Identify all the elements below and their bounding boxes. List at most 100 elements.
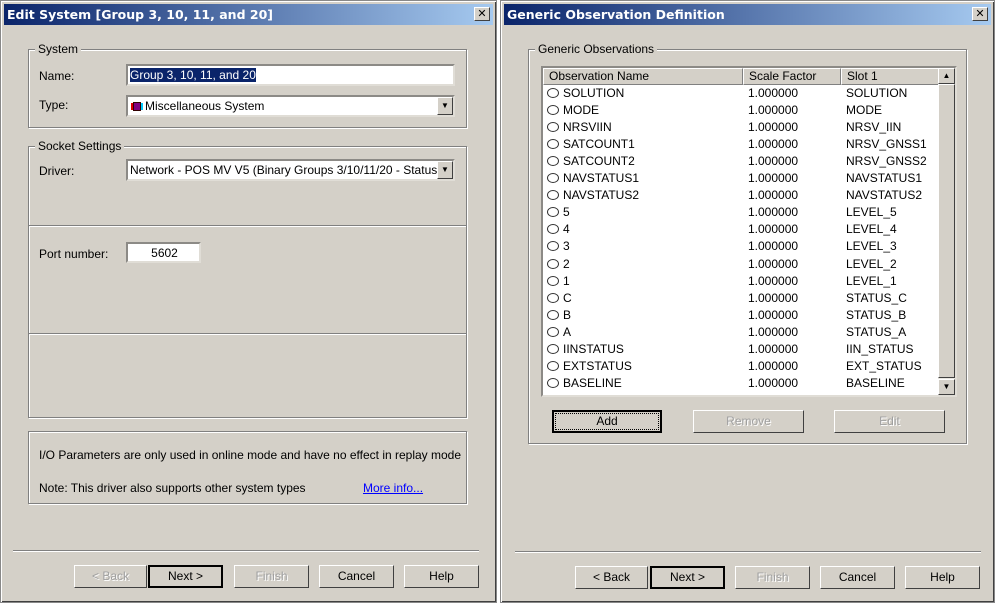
observation-name: SATCOUNT2 bbox=[563, 154, 635, 169]
back-button[interactable]: < Back bbox=[575, 566, 648, 589]
chevron-down-icon[interactable]: ▼ bbox=[437, 97, 453, 115]
slot-value: NRSV_GNSS2 bbox=[846, 154, 927, 169]
table-row[interactable]: NRSVIIN 1.000000 NRSV_IIN bbox=[543, 119, 943, 136]
table-row[interactable]: A 1.000000 STATUS_A bbox=[543, 324, 943, 341]
slot-value: LEVEL_2 bbox=[846, 256, 897, 271]
slot-value: NRSV_IIN bbox=[846, 120, 902, 135]
scale-factor: 1.000000 bbox=[748, 103, 799, 118]
scale-factor: 1.000000 bbox=[748, 273, 799, 288]
observation-icon bbox=[547, 139, 559, 150]
cancel-button[interactable]: Cancel bbox=[820, 566, 895, 589]
name-value: Group 3, 10, 11, and 20 bbox=[130, 68, 256, 82]
help-button[interactable]: Help bbox=[404, 565, 479, 588]
table-row[interactable]: 4 1.000000 LEVEL_4 bbox=[543, 221, 943, 238]
observation-icon bbox=[547, 105, 559, 116]
table-row[interactable]: B 1.000000 STATUS_B bbox=[543, 307, 943, 324]
slot-value: STATUS_C bbox=[846, 290, 907, 305]
observation-icon bbox=[547, 173, 559, 184]
scale-factor: 1.000000 bbox=[748, 86, 799, 100]
observation-name: 2 bbox=[563, 256, 570, 271]
type-dropdown[interactable]: Miscellaneous System ▼ bbox=[126, 95, 455, 117]
observation-name: MODE bbox=[563, 103, 599, 118]
edit-button[interactable]: Edit bbox=[834, 410, 945, 433]
group-label: Socket Settings bbox=[35, 139, 125, 153]
slot-value: LEVEL_5 bbox=[846, 205, 897, 220]
cancel-button[interactable]: Cancel bbox=[319, 565, 394, 588]
note-text: Note: This driver also supports other sy… bbox=[39, 481, 306, 495]
name-input[interactable]: Group 3, 10, 11, and 20 bbox=[126, 64, 455, 86]
edit-system-dialog: Edit System [Group 3, 10, 11, and 20] ✕ … bbox=[0, 0, 497, 603]
slot-value: LEVEL_1 bbox=[846, 273, 897, 288]
observation-icon bbox=[547, 343, 559, 354]
scale-factor: 1.000000 bbox=[748, 324, 799, 339]
scale-factor: 1.000000 bbox=[748, 239, 799, 254]
close-button[interactable]: ✕ bbox=[972, 7, 988, 21]
table-row[interactable]: MODE 1.000000 MODE bbox=[543, 102, 943, 119]
column-header-slot[interactable]: Slot 1 bbox=[841, 68, 940, 85]
scrollbar[interactable]: ▲ ▼ bbox=[938, 68, 955, 395]
more-info-link[interactable]: More info... bbox=[363, 481, 423, 495]
table-row[interactable]: SATCOUNT2 1.000000 NRSV_GNSS2 bbox=[543, 153, 943, 170]
table-row[interactable]: SATCOUNT1 1.000000 NRSV_GNSS1 bbox=[543, 136, 943, 153]
add-button[interactable]: Add bbox=[552, 410, 662, 433]
table-row[interactable]: 3 1.000000 LEVEL_3 bbox=[543, 238, 943, 255]
observation-icon bbox=[547, 224, 559, 235]
port-value: 5602 bbox=[151, 246, 178, 260]
table-row[interactable]: NAVSTATUS2 1.000000 NAVSTATUS2 bbox=[543, 187, 943, 204]
scroll-down-arrow-icon[interactable]: ▼ bbox=[938, 379, 955, 395]
driver-dropdown[interactable]: Network - POS MV V5 (Binary Groups 3/10/… bbox=[126, 159, 455, 181]
observation-icon bbox=[547, 88, 559, 98]
system-type-icon bbox=[133, 102, 141, 111]
observation-name: NRSVIIN bbox=[563, 120, 612, 135]
observation-icon bbox=[547, 122, 559, 133]
add-label: Add bbox=[555, 413, 659, 430]
observation-name: SATCOUNT1 bbox=[563, 137, 635, 152]
observation-icon bbox=[547, 156, 559, 167]
generic-observation-dialog: Generic Observation Definition ✕ Generic… bbox=[500, 0, 995, 603]
scale-factor: 1.000000 bbox=[748, 171, 799, 186]
type-label: Type: bbox=[39, 98, 69, 112]
table-row[interactable]: EXTSTATUS 1.000000 EXT_STATUS bbox=[543, 358, 943, 375]
scale-factor: 1.000000 bbox=[748, 375, 799, 390]
socket-settings-group: Socket Settings bbox=[28, 139, 467, 418]
table-row[interactable]: IINSTATUS 1.000000 IIN_STATUS bbox=[543, 341, 943, 358]
observation-name: NAVSTATUS2 bbox=[563, 188, 640, 203]
scale-factor: 1.000000 bbox=[748, 205, 799, 220]
observation-name: EXTSTATUS bbox=[563, 358, 632, 373]
observation-name: 1 bbox=[563, 273, 570, 288]
port-input[interactable]: 5602 bbox=[126, 242, 201, 263]
scroll-up-arrow-icon[interactable]: ▲ bbox=[938, 68, 955, 84]
column-header-scale[interactable]: Scale Factor bbox=[743, 68, 841, 85]
observation-icon bbox=[547, 275, 559, 286]
finish-button[interactable]: Finish bbox=[735, 566, 810, 589]
back-button[interactable]: < Back bbox=[74, 565, 147, 588]
scale-factor: 1.000000 bbox=[748, 137, 799, 152]
observation-name: BASELINE bbox=[563, 375, 622, 390]
observation-icon bbox=[547, 377, 559, 388]
remove-button[interactable]: Remove bbox=[693, 410, 804, 433]
title-bar: Edit System [Group 3, 10, 11, and 20] ✕ bbox=[4, 4, 493, 25]
table-row[interactable]: 5 1.000000 LEVEL_5 bbox=[543, 204, 943, 221]
chevron-down-icon[interactable]: ▼ bbox=[437, 161, 453, 179]
finish-button[interactable]: Finish bbox=[234, 565, 309, 588]
table-row[interactable]: C 1.000000 STATUS_C bbox=[543, 290, 943, 307]
observations-list[interactable]: Observation Name Scale Factor Slot 1 SOL… bbox=[541, 66, 957, 397]
scale-factor: 1.000000 bbox=[748, 307, 799, 322]
table-row[interactable]: 2 1.000000 LEVEL_2 bbox=[543, 256, 943, 273]
divider bbox=[29, 225, 466, 227]
table-row[interactable]: SOLUTION 1.000000 SOLUTION bbox=[543, 85, 943, 102]
table-row[interactable]: 1 1.000000 LEVEL_1 bbox=[543, 273, 943, 290]
next-button[interactable]: Next > bbox=[650, 566, 725, 589]
driver-label: Driver: bbox=[39, 164, 75, 178]
next-button[interactable]: Next > bbox=[148, 565, 223, 588]
observation-name: C bbox=[563, 290, 572, 305]
type-value: Miscellaneous System bbox=[145, 99, 265, 113]
table-row[interactable]: BASELINE 1.000000 BASELINE bbox=[543, 375, 943, 392]
observation-name: 4 bbox=[563, 222, 570, 237]
close-button[interactable]: ✕ bbox=[474, 7, 490, 21]
scale-factor: 1.000000 bbox=[748, 290, 799, 305]
scroll-thumb[interactable] bbox=[938, 84, 955, 378]
table-row[interactable]: NAVSTATUS1 1.000000 NAVSTATUS1 bbox=[543, 170, 943, 187]
column-header-name[interactable]: Observation Name bbox=[543, 68, 743, 85]
help-button[interactable]: Help bbox=[905, 566, 980, 589]
